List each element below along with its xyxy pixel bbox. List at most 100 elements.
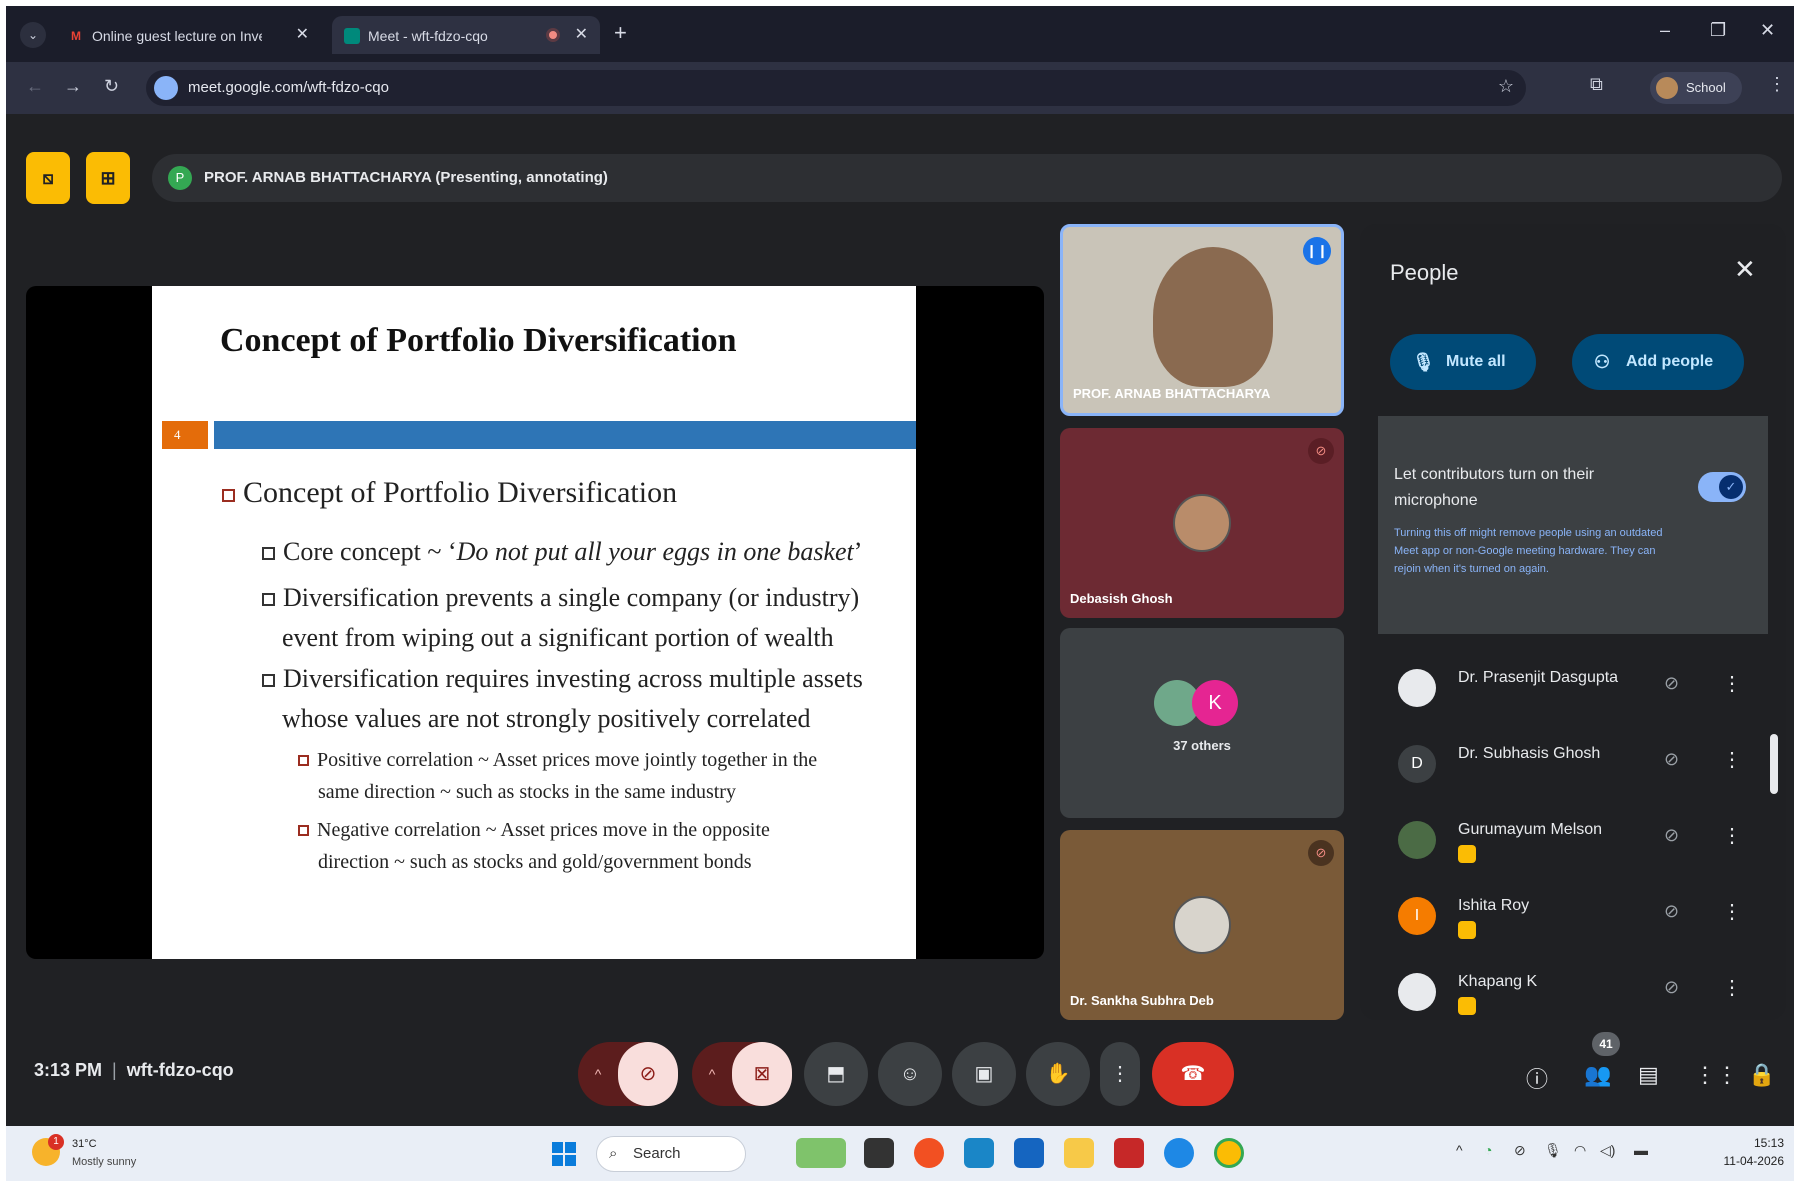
avatar: K: [1192, 680, 1238, 726]
volume-icon[interactable]: ◁): [1600, 1142, 1615, 1159]
google-drive-icon[interactable]: ◔: [1484, 1142, 1492, 1158]
more-options-icon[interactable]: ⋮: [1722, 823, 1742, 848]
bullet-text: ’: [853, 537, 863, 566]
clock-date: 11-04-2026: [1723, 1154, 1785, 1168]
video-options-chevron-icon[interactable]: ^: [692, 1042, 732, 1106]
search-icon: ⌕: [609, 1145, 618, 1162]
store-icon[interactable]: [1014, 1138, 1044, 1168]
leave-call-button[interactable]: ☎: [1152, 1042, 1234, 1106]
annotation-icon[interactable]: ⊞: [86, 152, 130, 204]
meeting-info: 3:13 PM | wft-fdzo-cqo: [34, 1060, 234, 1081]
raise-hand-button[interactable]: ✋: [1026, 1042, 1090, 1106]
microphone-icon[interactable]: 🎙: [1544, 1142, 1562, 1159]
start-icon[interactable]: [552, 1142, 576, 1166]
reactions-button[interactable]: ☺: [878, 1042, 942, 1106]
participant-tile-others[interactable]: K 37 others: [1060, 628, 1344, 818]
contributor-mic-toggle[interactable]: ✓: [1698, 472, 1746, 502]
close-icon[interactable]: ✕: [1734, 254, 1756, 285]
add-people-button[interactable]: ⚇ Add people: [1572, 334, 1744, 390]
meeting-details-icon[interactable]: ⓘ: [1526, 1062, 1548, 1094]
reload-icon[interactable]: ↻: [104, 76, 119, 97]
meeting-time: 3:13 PM: [34, 1060, 103, 1080]
activities-icon[interactable]: ⋮⋮: [1694, 1062, 1738, 1088]
button-label: Add people: [1626, 353, 1714, 370]
clock-time: 15:13: [1753, 1136, 1784, 1150]
present-screen-button[interactable]: ⬒: [804, 1042, 868, 1106]
slide-subbullet: Positive correlation ~ Asset prices move…: [298, 744, 898, 808]
widgets-icon[interactable]: [796, 1138, 846, 1168]
mcafee-icon[interactable]: [1114, 1138, 1144, 1168]
weather-temp: 31°C: [72, 1138, 97, 1150]
weather-condition: Mostly sunny: [72, 1156, 137, 1168]
more-options-icon[interactable]: ⋮: [1722, 747, 1742, 772]
bluetooth-off-icon[interactable]: ⊘: [1514, 1142, 1526, 1159]
captions-button[interactable]: ▣: [952, 1042, 1016, 1106]
participant-tile[interactable]: ⊘ Dr. Sankha Subhra Deb: [1060, 830, 1344, 1020]
show-hidden-icons[interactable]: ^: [1456, 1142, 1463, 1158]
list-item[interactable]: Dr. Prasenjit Dasgupta ⊘ ⋮: [1360, 649, 1786, 725]
taskbar-clock[interactable]: 15:13 11-04-2026: [1718, 1134, 1785, 1170]
microphone-control[interactable]: ^ ⊘: [578, 1042, 678, 1106]
profile-button[interactable]: School: [1650, 72, 1742, 104]
more-options-icon[interactable]: ⋮: [1722, 975, 1742, 1000]
forward-icon[interactable]: →: [64, 76, 82, 97]
restore-icon[interactable]: ❐: [1710, 20, 1726, 41]
taskbar-search[interactable]: ⌕ Search: [596, 1136, 746, 1172]
more-options-icon[interactable]: ⋮: [1722, 671, 1742, 696]
audio-options-chevron-icon[interactable]: ^: [578, 1042, 618, 1106]
close-window-icon[interactable]: ✕: [1760, 20, 1775, 41]
mic-off-icon[interactable]: ⊘: [618, 1042, 678, 1106]
list-item[interactable]: I Ishita Roy ⊘ ⋮: [1360, 877, 1786, 953]
more-options-icon[interactable]: ⋮: [1722, 899, 1742, 924]
tab-search-icon[interactable]: ⌄: [20, 22, 46, 48]
camera-control[interactable]: ^ ⊠: [692, 1042, 792, 1106]
mic-off-icon: ⊘: [1664, 977, 1680, 997]
tab-gmail[interactable]: M Online guest lecture on Investi ✕: [56, 16, 321, 54]
wifi-icon[interactable]: ◠: [1574, 1142, 1586, 1159]
tab-meet[interactable]: Meet - wft-fdzo-cqo ✕: [332, 16, 600, 54]
close-tab-icon[interactable]: ✕: [575, 16, 588, 54]
participant-tile[interactable]: ⊘ Debasish Ghosh: [1060, 428, 1344, 618]
divider: |: [112, 1060, 117, 1080]
close-tab-icon[interactable]: ✕: [296, 16, 309, 54]
app-icon[interactable]: [964, 1138, 994, 1168]
avatar: P: [168, 166, 192, 190]
bullet-text: Positive correlation ~ Asset prices move…: [317, 749, 818, 771]
list-item[interactable]: Gurumayum Melson ⊘ ⋮: [1360, 801, 1786, 877]
bookmark-star-icon[interactable]: ☆: [1498, 76, 1514, 97]
omnibox[interactable]: meet.google.com/wft-fdzo-cqo ☆: [146, 70, 1526, 106]
avatar: I: [1398, 897, 1436, 935]
camera-off-icon[interactable]: ⊠: [732, 1042, 792, 1106]
browser-menu-icon[interactable]: ⋮: [1768, 74, 1786, 95]
participant-name: Debasish Ghosh: [1070, 591, 1173, 606]
checkbox-bullet-icon: [298, 825, 309, 836]
minimize-icon[interactable]: –: [1660, 20, 1670, 41]
meet-icon: [344, 28, 360, 45]
mute-all-button[interactable]: 🎙 Mute all: [1390, 334, 1536, 390]
speaking-indicator-icon: ❙❙: [1303, 237, 1331, 265]
chat-icon[interactable]: ▤: [1638, 1062, 1659, 1088]
contributor-badge: [1458, 845, 1476, 863]
more-options-button[interactable]: ⋮: [1100, 1042, 1140, 1106]
file-explorer-icon[interactable]: [1064, 1138, 1094, 1168]
extensions-icon[interactable]: ⧉: [1590, 74, 1603, 95]
new-tab-button[interactable]: +: [614, 20, 627, 46]
battery-icon[interactable]: ▬: [1634, 1142, 1648, 1158]
participant-tile-presenter[interactable]: ❙❙ PROF. ARNAB BHATTACHARYA: [1060, 224, 1344, 416]
presenter-banner: P PROF. ARNAB BHATTACHARYA (Presenting, …: [152, 154, 1782, 202]
list-item[interactable]: D Dr. Subhasis Ghosh ⊘ ⋮: [1360, 725, 1786, 801]
button-label: Mute all: [1446, 353, 1506, 370]
back-icon[interactable]: ←: [26, 76, 44, 97]
stop-presenting-icon[interactable]: ⧅: [26, 152, 70, 204]
edge-icon[interactable]: [1164, 1138, 1194, 1168]
list-item[interactable]: Khapang K ⊘ ⋮: [1360, 953, 1786, 1020]
host-controls-icon[interactable]: 🔒: [1748, 1062, 1775, 1088]
mic-off-icon: ⊘: [1308, 840, 1334, 866]
chrome-icon[interactable]: [1214, 1138, 1244, 1168]
people-icon[interactable]: 👥: [1584, 1062, 1611, 1088]
site-info-icon[interactable]: [154, 76, 178, 100]
avatar: [1398, 669, 1436, 707]
scrollbar[interactable]: [1770, 734, 1778, 794]
copilot-icon[interactable]: [914, 1138, 944, 1168]
task-view-icon[interactable]: [864, 1138, 894, 1168]
